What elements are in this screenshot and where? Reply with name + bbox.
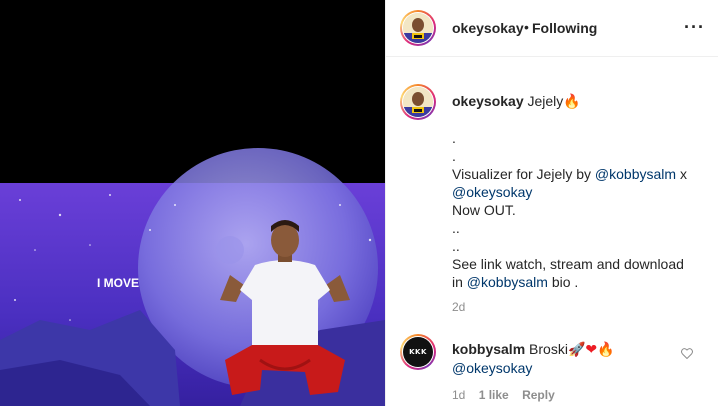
caption-visualizer-text: Visualizer for Jejely by (452, 166, 595, 182)
like-comment-heart-icon[interactable] (681, 346, 693, 364)
avatar-image-icon (403, 87, 433, 117)
post-side-panel: okeysokay • Following ··· okeysokay Jeje… (385, 0, 718, 406)
following-button[interactable]: Following (532, 20, 597, 36)
comment-text: kobbysalm Broski🚀❤🔥 @okeysokay (452, 340, 672, 377)
rocket-emoji: 🚀 (567, 342, 586, 358)
caption-avatar[interactable] (400, 84, 436, 120)
avatar-image-icon (403, 13, 433, 43)
caption-dots: .. (452, 238, 460, 254)
comment-likes[interactable]: 1 like (479, 388, 509, 402)
video-frame: I MOVE (0, 0, 385, 406)
heart-emoji: ❤ (585, 342, 598, 358)
comment-timestamp[interactable]: 1d (452, 388, 465, 402)
caption-in-prefix: in (452, 274, 467, 290)
comment-avatar[interactable]: KKK (400, 334, 436, 370)
fire-emoji: 🔥 (597, 342, 615, 358)
fire-emoji: 🔥 (563, 94, 581, 110)
mention-link[interactable]: @okeysokay (452, 183, 707, 201)
caption-timestamp[interactable]: 2d (452, 300, 465, 314)
comment-meta: 1d 1 like Reply (452, 388, 565, 402)
mention-link[interactable]: @kobbysalm (595, 166, 676, 182)
caption-x-separator: x (676, 166, 687, 182)
caption-dots: .. (452, 220, 460, 236)
reply-button[interactable]: Reply (522, 388, 555, 402)
video-overlay-text: I MOVE (97, 276, 139, 290)
post-video[interactable]: I MOVE (0, 0, 385, 406)
avatar-logo: KKK (403, 337, 433, 367)
caption-bio-suffix: bio . (547, 274, 579, 290)
comment-username[interactable]: kobbysalm (452, 341, 525, 357)
caption-first-line: Jejely (527, 93, 564, 109)
caption-text: okeysokay Jejely🔥 . . Visualizer for Jej… (452, 92, 707, 291)
mention-link[interactable]: @kobbysalm (467, 274, 548, 290)
comment-body: Broski (529, 341, 568, 357)
post-header: okeysokay • Following ··· (386, 0, 718, 57)
caption-now-out: Now OUT. (452, 202, 516, 218)
caption-dot-line: . (452, 148, 456, 164)
caption-username[interactable]: okeysokay (452, 93, 524, 109)
header-username[interactable]: okeysokay (452, 20, 524, 36)
caption-see-link: See link watch, stream and download (452, 256, 684, 272)
author-avatar[interactable] (400, 10, 436, 46)
caption-dot-line: . (452, 130, 456, 146)
more-dots-icon[interactable]: ··· (684, 18, 705, 36)
follow-separator: • (524, 19, 529, 35)
mention-link[interactable]: @okeysokay (452, 360, 532, 376)
